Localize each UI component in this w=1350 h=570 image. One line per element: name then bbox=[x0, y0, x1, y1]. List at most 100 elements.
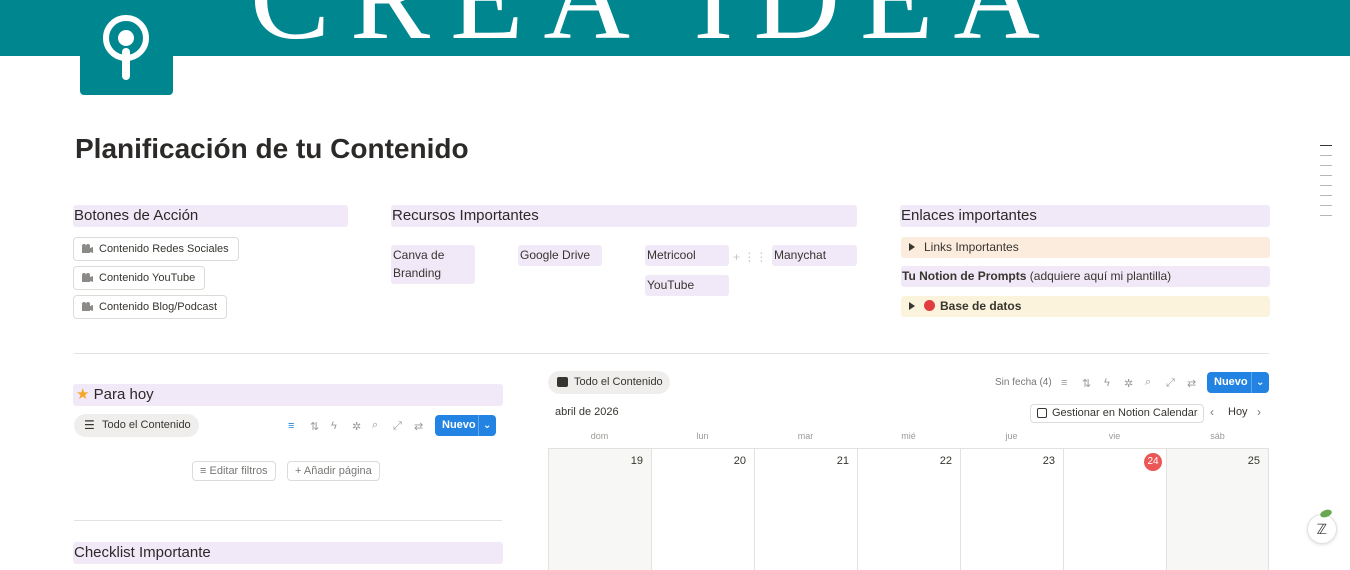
section-title: Para hoy bbox=[93, 386, 154, 403]
weekday-label: mié bbox=[901, 431, 916, 441]
weekday-label: jue bbox=[1005, 431, 1018, 441]
link-youtube[interactable]: YouTube bbox=[645, 275, 729, 296]
page-icon[interactable] bbox=[80, 0, 173, 95]
link-google-drive[interactable]: Google Drive bbox=[518, 245, 602, 266]
toggle-links-importantes[interactable]: Links Importantes bbox=[901, 237, 1270, 258]
today-badge: 24 bbox=[1144, 453, 1162, 471]
chevron-down-icon[interactable]: ⌄ bbox=[483, 415, 491, 436]
new-button-label: Nuevo bbox=[442, 419, 476, 431]
calendar-day-cell[interactable]: 21 bbox=[755, 449, 858, 570]
calendar-icon bbox=[1037, 408, 1047, 418]
day-number: 25 bbox=[1247, 455, 1260, 467]
calendar-day-cell[interactable]: 20 bbox=[652, 449, 755, 570]
calendar-view-tab[interactable]: Todo el Contenido bbox=[548, 371, 670, 394]
search-icon[interactable]: ⌕ bbox=[1145, 376, 1151, 389]
search-icon[interactable]: ⌕ bbox=[372, 419, 378, 432]
star-icon: ★ bbox=[76, 386, 90, 403]
link-manychat[interactable]: Manychat bbox=[772, 245, 857, 266]
divider bbox=[74, 520, 502, 521]
filter-icon[interactable]: ≡ bbox=[288, 420, 294, 432]
button-label: Contenido YouTube bbox=[99, 272, 196, 284]
calendar-new-button[interactable]: Nuevo ⌄ bbox=[1207, 372, 1269, 393]
page-title: Planificación de tu Contenido bbox=[75, 133, 469, 164]
manage-label: Gestionar en Notion Calendar bbox=[1052, 407, 1198, 419]
day-number: 22 bbox=[939, 455, 952, 467]
day-number: 19 bbox=[630, 455, 643, 467]
section-header-botones: Botones de Acción bbox=[73, 205, 348, 227]
link-metricool[interactable]: Metricool bbox=[645, 245, 729, 266]
view-label: Todo el Contenido bbox=[102, 419, 191, 431]
sort-icon[interactable]: ⇅ bbox=[1082, 377, 1091, 390]
toggle-label: Base de datos bbox=[940, 299, 1022, 313]
day-number: 23 bbox=[1042, 455, 1055, 467]
plus-icon: + bbox=[295, 465, 304, 477]
table-of-contents[interactable] bbox=[1320, 145, 1332, 225]
weekday-label: lun bbox=[696, 431, 709, 441]
today-button[interactable]: Hoy bbox=[1228, 406, 1248, 418]
film-camera-icon bbox=[82, 244, 93, 253]
toggle-base-de-datos[interactable]: Base de datos bbox=[901, 296, 1270, 317]
edit-filters-label: Editar filtros bbox=[209, 465, 268, 477]
day-number: 20 bbox=[733, 455, 746, 467]
view-label: Todo el Contenido bbox=[574, 376, 663, 388]
calendar-month-label: abril de 2026 bbox=[555, 406, 619, 418]
add-page-button[interactable]: + Añadir página bbox=[287, 461, 380, 481]
sort-icon[interactable]: ⇅ bbox=[310, 420, 319, 433]
calendar-icon bbox=[557, 377, 568, 387]
new-button-label: Nuevo bbox=[1214, 376, 1248, 388]
ai-sparkle-icon[interactable]: ✲ bbox=[352, 420, 361, 433]
button-contenido-redes-sociales[interactable]: Contenido Redes Sociales bbox=[73, 237, 239, 261]
calendar-day-cell-today[interactable]: 24 bbox=[1064, 449, 1167, 570]
calendar-day-cell[interactable]: 23 bbox=[961, 449, 1064, 570]
button-label: Contenido Redes Sociales bbox=[99, 243, 229, 255]
calendar-grid: 19 20 21 22 23 24 25 bbox=[548, 448, 1269, 570]
edit-filters-button[interactable]: ≡ Editar filtros bbox=[192, 461, 276, 481]
divider bbox=[74, 353, 1269, 354]
toggle-triangle-icon[interactable] bbox=[909, 242, 915, 251]
help-glyph-icon: ℤ bbox=[1316, 521, 1328, 537]
filter-icon[interactable]: ≡ bbox=[1061, 377, 1067, 389]
expand-icon[interactable]: ⤢ bbox=[1166, 377, 1175, 390]
calendar-day-cell[interactable]: 25 bbox=[1167, 449, 1269, 570]
settings-icon[interactable]: ⇄ bbox=[414, 420, 423, 433]
cover-banner: CREA IDEA bbox=[0, 0, 1350, 56]
leaf-icon bbox=[1319, 508, 1333, 519]
link-canva-branding[interactable]: Canva de Branding bbox=[391, 245, 475, 284]
add-page-label: Añadir página bbox=[303, 465, 372, 477]
toggle-label: Links Importantes bbox=[924, 240, 1019, 254]
day-number: 21 bbox=[836, 455, 849, 467]
help-button[interactable]: ℤ bbox=[1307, 508, 1337, 544]
automation-icon[interactable]: ϟ bbox=[1104, 377, 1110, 389]
settings-icon[interactable]: ⇄ bbox=[1187, 377, 1196, 390]
button-contenido-blog-podcast[interactable]: Contenido Blog/Podcast bbox=[73, 295, 228, 319]
section-header-enlaces: Enlaces importantes bbox=[900, 205, 1270, 227]
prompts-rest-text: (adquiere aquí mi plantilla) bbox=[1026, 269, 1172, 283]
ai-sparkle-icon[interactable]: ✲ bbox=[1124, 377, 1133, 390]
calendar-day-cell[interactable]: 19 bbox=[549, 449, 652, 570]
film-camera-icon bbox=[82, 273, 93, 282]
drag-handle-icon[interactable]: + ⋮⋮ bbox=[733, 250, 767, 264]
film-camera-icon bbox=[82, 302, 93, 311]
calendar-day-cell[interactable]: 22 bbox=[858, 449, 961, 570]
toggle-triangle-icon[interactable] bbox=[909, 301, 915, 310]
weekday-label: mar bbox=[797, 431, 814, 441]
automation-icon[interactable]: ϟ bbox=[331, 420, 337, 432]
next-week-icon[interactable]: › bbox=[1257, 405, 1261, 419]
manage-notion-calendar-button[interactable]: Gestionar en Notion Calendar bbox=[1030, 404, 1204, 423]
view-tab-todo-el-contenido[interactable]: ☰ Todo el Contenido bbox=[74, 414, 199, 437]
section-header-recursos: Recursos Importantes bbox=[391, 205, 857, 227]
expand-icon[interactable]: ⤢ bbox=[393, 420, 402, 433]
weekday-label: vie bbox=[1108, 431, 1121, 441]
prev-week-icon[interactable]: ‹ bbox=[1210, 405, 1214, 419]
no-date-button[interactable]: Sin fecha (4) bbox=[995, 377, 1052, 388]
new-button[interactable]: Nuevo ⌄ bbox=[435, 415, 496, 436]
prompts-bold-text[interactable]: Tu Notion de Prompts bbox=[902, 269, 1026, 283]
button-contenido-youtube[interactable]: Contenido YouTube bbox=[73, 266, 206, 290]
weekday-label: sáb bbox=[1210, 431, 1225, 441]
notion-prompts-link[interactable]: Tu Notion de Prompts (adquiere aquí mi p… bbox=[901, 266, 1270, 287]
button-label: Contenido Blog/Podcast bbox=[99, 301, 218, 313]
section-header-checklist: Checklist Importante bbox=[73, 542, 503, 564]
chevron-down-icon[interactable]: ⌄ bbox=[1256, 372, 1264, 393]
weekday-label: dom bbox=[590, 431, 609, 441]
red-circle-icon bbox=[924, 300, 935, 312]
